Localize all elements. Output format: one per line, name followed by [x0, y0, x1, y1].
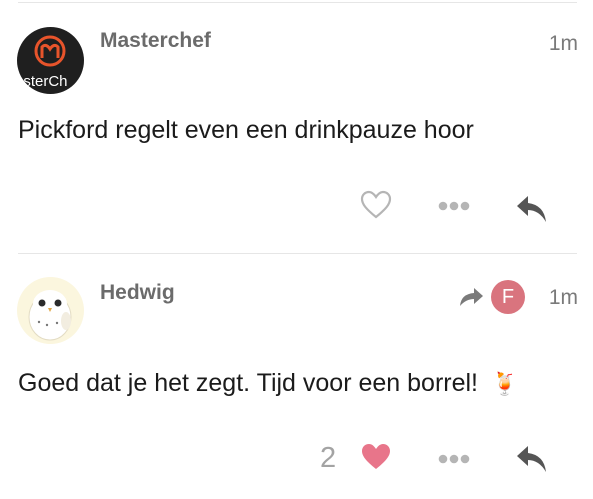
post-content: Goed dat je het zegt. Tijd voor een borr… [18, 369, 518, 398]
heart-filled-icon[interactable] [360, 442, 392, 477]
heart-outline-icon[interactable] [360, 190, 392, 225]
more-dots-icon[interactable] [437, 199, 471, 217]
post-content: Pickford regelt even een drinkpauze hoor [18, 116, 474, 144]
cocktail-emoji: 🍹 [490, 371, 519, 396]
post-author[interactable]: Hedwig [100, 281, 175, 305]
post-actions: 2 [293, 434, 593, 484]
post-actions [293, 186, 593, 236]
post-author[interactable]: Masterchef [100, 29, 211, 53]
post-hedwig: Hedwig F 1m Goed dat je het zegt. Tijd v… [0, 250, 593, 499]
avatar[interactable]: asterCh [17, 27, 84, 94]
more-dots-icon[interactable] [437, 452, 471, 470]
reply-arrow-icon[interactable] [515, 444, 549, 479]
post-time[interactable]: 1m [549, 286, 578, 310]
share-arrow-icon [458, 286, 484, 313]
post-masterchef: asterCh Masterchef 1m Pickford regelt ev… [0, 0, 593, 250]
like-count[interactable]: 2 [320, 442, 336, 475]
reply-arrow-icon[interactable] [515, 194, 549, 229]
owl-avatar-image [28, 290, 72, 341]
post-time[interactable]: 1m [549, 32, 578, 56]
reply-to-avatar[interactable]: F [491, 280, 525, 314]
avatar-text: asterCh [17, 73, 68, 90]
post-text: Goed dat je het zegt. Tijd voor een borr… [18, 369, 478, 397]
avatar[interactable] [17, 277, 84, 344]
